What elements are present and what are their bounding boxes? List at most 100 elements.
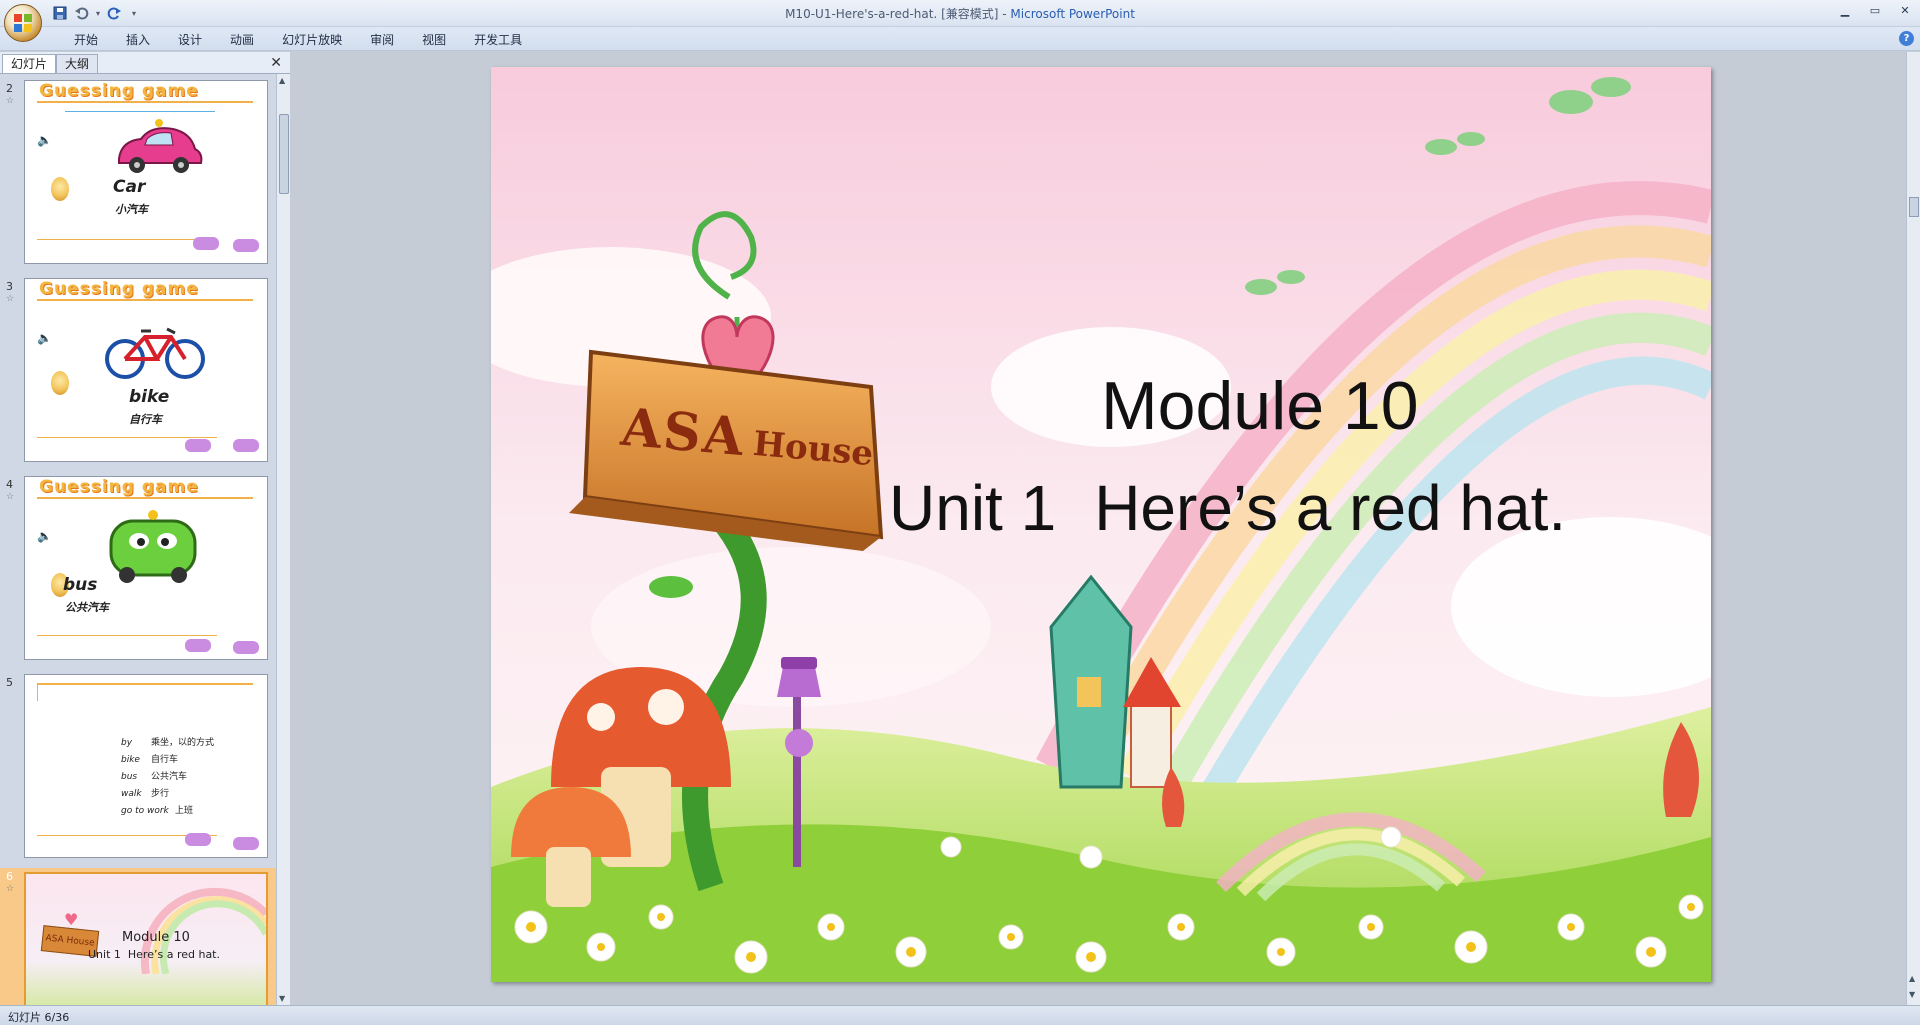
- list-item: bike 自行车: [121, 752, 214, 769]
- ribbon-tab-bar: 开始 插入 设计 动画 幻灯片放映 审阅 视图 开发工具 ?: [0, 27, 1920, 51]
- editor-scrollbar[interactable]: ▲ ▼: [1906, 52, 1920, 1005]
- sign-text-asa: ASA: [618, 396, 748, 469]
- list-item: go to work 上班: [121, 803, 214, 820]
- restore-icon[interactable]: ▭: [1860, 0, 1890, 20]
- mascot-icon: [51, 177, 69, 201]
- decor-car-icon: [185, 439, 211, 452]
- scroll-thumb[interactable]: [279, 114, 289, 194]
- tab-design[interactable]: 设计: [164, 30, 216, 50]
- vocab-en: bike: [121, 755, 140, 765]
- tab-slides[interactable]: 幻灯片: [2, 54, 57, 73]
- vocab-en: walk: [121, 789, 142, 799]
- divider: [37, 683, 253, 685]
- thumb-module: Module 10: [122, 930, 190, 945]
- scroll-down-icon[interactable]: ▼: [279, 994, 285, 1003]
- vocab-translation: 公共汽车: [65, 601, 109, 614]
- unit-number: Unit 1: [889, 472, 1057, 544]
- window-title: M10-U1-Here's-a-red-hat. [兼容模式] - Micros…: [0, 5, 1920, 22]
- panel-scrollbar[interactable]: ▲ ▼: [276, 74, 290, 1005]
- slide-number: 6: [6, 870, 13, 883]
- document-name: M10-U1-Here's-a-red-hat. [兼容模式] -: [785, 7, 1011, 21]
- thumb-title: Guessing game: [39, 81, 199, 101]
- decor-car-icon: [233, 239, 259, 252]
- ribbon-tabs: 开始 插入 设计 动画 幻灯片放映 审阅 视图 开发工具: [60, 30, 536, 50]
- slide-thumbnail[interactable]: ASA House ♥ Module 10 Unit 1 Here’s a re…: [24, 872, 268, 1005]
- vocab-word: Car: [113, 177, 146, 197]
- slide-unit-title[interactable]: Unit 1 Here’s a red hat.: [889, 471, 1566, 545]
- slide-thumbnail[interactable]: by 乘坐，以的方式 bike 自行车 bus 公共汽车 walk 步行 go to w…: [24, 674, 268, 858]
- status-bar: 幻灯片 6/36: [0, 1005, 1920, 1025]
- speaker-icon: 🔈: [37, 331, 52, 345]
- animation-star-icon: ☆: [6, 492, 15, 502]
- decor-car-icon: [185, 833, 211, 846]
- tab-slide-show[interactable]: 幻灯片放映: [268, 30, 356, 50]
- thumb-heart-icon: ♥: [64, 910, 79, 929]
- thumbnail-list: 2 ☆ Guessing game 🔈 Car 小汽车 3 ☆ Guessing…: [0, 74, 276, 1005]
- vocab-en: bus: [121, 772, 138, 782]
- previous-slide-icon[interactable]: ▲: [1909, 974, 1915, 983]
- slides-panel: 幻灯片 大纲 ✕ 2 ☆ Guessing game 🔈 Car 小汽车 3 ☆…: [0, 52, 290, 1005]
- unit-title: Here’s a red hat.: [1094, 472, 1567, 544]
- tab-home[interactable]: 开始: [60, 30, 112, 50]
- vocab-cn: 乘坐，以的方式: [151, 738, 215, 748]
- speaker-icon: 🔈: [37, 529, 52, 543]
- animation-star-icon: ☆: [6, 294, 15, 304]
- thumbnail-row[interactable]: 3 ☆ Guessing game 🔈 bike 自行车: [0, 278, 276, 468]
- speaker-icon: 🔈: [37, 133, 52, 147]
- close-icon[interactable]: ✕: [1890, 0, 1920, 20]
- thumb-title: Guessing game: [39, 279, 199, 299]
- slide-thumbnail[interactable]: Guessing game 🔈 Car 小汽车: [24, 80, 268, 264]
- vocab-cn: 公共汽车: [151, 772, 188, 782]
- divider: [37, 635, 217, 636]
- divider: [37, 683, 38, 701]
- divider: [37, 239, 217, 240]
- divider: [65, 111, 215, 112]
- slide-canvas[interactable]: ASA House Module 10 Unit 1 Here’s a red h…: [491, 67, 1711, 982]
- office-button[interactable]: [4, 4, 42, 42]
- slide-module-title[interactable]: Module 10: [1101, 367, 1419, 445]
- list-item: bus 公共汽车: [121, 769, 214, 786]
- tab-review[interactable]: 审阅: [356, 30, 408, 50]
- scroll-up-icon[interactable]: ▲: [279, 76, 285, 85]
- vocab-en: go to work: [121, 806, 169, 816]
- animation-star-icon: ☆: [6, 96, 15, 106]
- list-item: walk 步行: [121, 786, 214, 803]
- close-panel-icon[interactable]: ✕: [270, 55, 282, 71]
- bike-icon: [105, 327, 205, 379]
- tab-view[interactable]: 视图: [408, 30, 460, 50]
- vocab-cn: 自行车: [151, 755, 179, 765]
- tab-animations[interactable]: 动画: [216, 30, 268, 50]
- decor-car-icon: [233, 641, 259, 654]
- scroll-thumb[interactable]: [1909, 197, 1919, 217]
- slide-number: 5: [6, 676, 13, 689]
- window-controls: ▁ ▭ ✕: [1830, 0, 1920, 22]
- next-slide-icon[interactable]: ▼: [1909, 990, 1915, 999]
- tab-developer[interactable]: 开发工具: [460, 30, 536, 50]
- tab-outline[interactable]: 大纲: [56, 54, 99, 73]
- vocab-list: by 乘坐，以的方式 bike 自行车 bus 公共汽车 walk 步行 go to w…: [121, 735, 214, 820]
- vocab-translation: 小汽车: [115, 203, 148, 216]
- slide-thumbnail[interactable]: Guessing game 🔈 bike 自行车: [24, 278, 268, 462]
- thumbnail-row[interactable]: 2 ☆ Guessing game 🔈 Car 小汽车: [0, 80, 276, 270]
- list-item: by 乘坐，以的方式: [121, 735, 214, 752]
- thumb-unit-number: Unit 1: [88, 948, 121, 961]
- thumb-unit-title: Here’s a red hat.: [127, 948, 220, 961]
- divider: [37, 437, 217, 438]
- decor-car-icon: [233, 439, 259, 452]
- title-bar: ▾ ▾ M10-U1-Here's-a-red-hat. [兼容模式] - Mi…: [0, 0, 1920, 27]
- mascot-icon: [51, 371, 69, 395]
- slide-thumbnail[interactable]: Guessing game 🔈 bus 公共汽车: [24, 476, 268, 660]
- panel-tab-strip: 幻灯片 大纲 ✕: [0, 52, 290, 74]
- help-icon[interactable]: ?: [1899, 31, 1914, 46]
- thumb-title: Guessing game: [39, 477, 199, 497]
- decor-car-icon: [233, 837, 259, 850]
- thumbnail-row[interactable]: 4 ☆ Guessing game 🔈 bus 公共汽车: [0, 476, 276, 666]
- minimize-icon[interactable]: ▁: [1830, 0, 1860, 20]
- vocab-translation: 自行车: [129, 413, 162, 426]
- thumbnail-row-selected[interactable]: 6 ☆ ASA House ♥ Module 10 Unit 1 Here’s …: [0, 868, 276, 1005]
- office-logo-icon: [14, 14, 32, 32]
- vocab-cn: 上班: [175, 806, 194, 816]
- tab-insert[interactable]: 插入: [112, 30, 164, 50]
- thumb-unit: Unit 1 Here’s a red hat.: [88, 948, 220, 961]
- thumbnail-row[interactable]: 5 by 乘坐，以的方式 bike 自行车 bus 公共汽车 walk 步行 go to…: [0, 674, 276, 864]
